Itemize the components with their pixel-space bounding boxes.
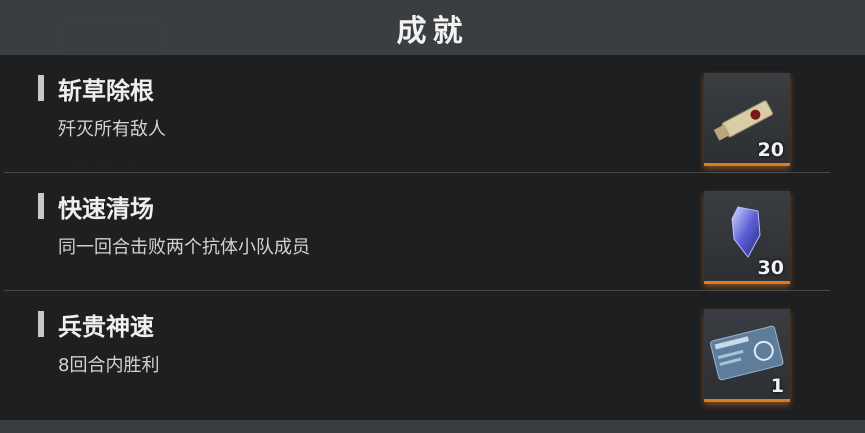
reward-item[interactable]: 20 — [704, 73, 790, 166]
reward-count: 30 — [757, 257, 784, 279]
reward-count: 20 — [757, 139, 784, 161]
title-marker — [38, 75, 44, 101]
reward-count: 1 — [770, 375, 784, 397]
achievement-row: 兵贵神速 8回合内胜利 1 — [0, 291, 830, 409]
achievement-description: 歼灭所有敌人 — [58, 119, 166, 140]
reward-item[interactable]: 30 — [704, 191, 790, 284]
title-marker — [38, 311, 44, 337]
achievement-row: 快速清场 同一回合击败两个抗体小队成员 30 — [0, 173, 830, 291]
bottom-strip — [0, 420, 865, 433]
page-title: 成就 — [396, 13, 469, 49]
title-marker — [38, 193, 44, 219]
reward-item[interactable]: 1 — [704, 309, 790, 402]
achievement-description: 8回合内胜利 — [58, 355, 160, 376]
achievement-title: 兵贵神速 — [58, 313, 154, 341]
achievement-title: 斩草除根 — [58, 77, 154, 105]
achievement-row: 斩草除根 歼灭所有敌人 20 — [0, 55, 830, 173]
achievements-header: 成就 — [0, 0, 865, 55]
achievements-panel: 斩草除根 歼灭所有敌人 20 快速清场 同一回合击败两个抗体小队成员 30 兵贵… — [0, 55, 865, 420]
achievement-description: 同一回合击败两个抗体小队成员 — [58, 237, 310, 258]
achievement-title: 快速清场 — [58, 195, 154, 223]
